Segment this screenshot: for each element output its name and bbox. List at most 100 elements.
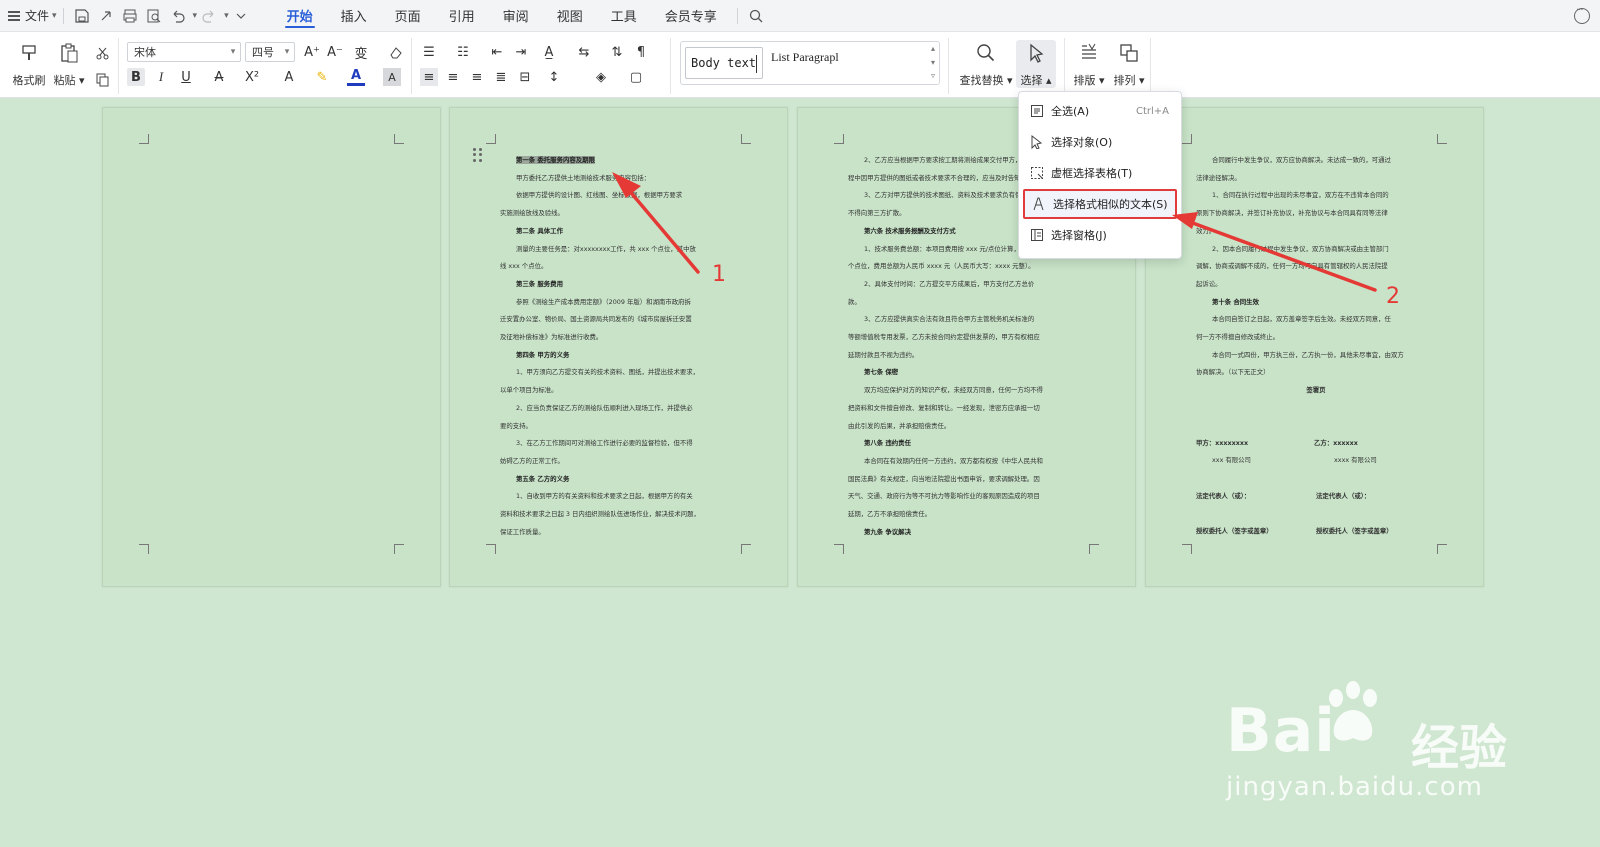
borders-icon[interactable]: ▢ bbox=[627, 68, 645, 86]
share-icon[interactable] bbox=[94, 4, 118, 28]
select-button[interactable]: 选择 ▴ bbox=[1016, 40, 1056, 88]
text-line[interactable]: 3、乙方应提供真实合法有效且符合甲方主管税务机关标准的 bbox=[848, 311, 1088, 329]
page-text[interactable]: 第一条 委托服务内容及期限 甲方委托乙方提供土地测绘技术服务内容包括： 依据甲方提供… bbox=[500, 152, 740, 541]
text-line[interactable]: 等额增值税专用发票，乙方未按合同约定提供发票的，甲方有权相应 bbox=[848, 329, 1088, 347]
clear-format-icon[interactable] bbox=[386, 43, 404, 61]
scroll-up-icon[interactable]: ▴ bbox=[931, 44, 935, 53]
highlight-icon[interactable]: ✎ bbox=[313, 68, 331, 86]
text-line[interactable]: 2、具体支付时间：乙方提交平方成果后，甲方支付乙方总价 bbox=[848, 276, 1088, 294]
text-line[interactable]: 起诉讼。 bbox=[1196, 276, 1436, 294]
bullet-list-icon[interactable]: ☰ bbox=[420, 43, 438, 61]
expand-gallery-icon[interactable]: ▿ bbox=[931, 71, 935, 80]
document-page-2[interactable]: 第一条 委托服务内容及期限 甲方委托乙方提供土地测绘技术服务内容包括： 依据甲方提供… bbox=[449, 107, 788, 587]
layout-button[interactable]: 排版 ▾ bbox=[1070, 40, 1108, 88]
italic-icon[interactable]: I bbox=[152, 68, 170, 86]
save-icon[interactable] bbox=[70, 4, 94, 28]
search-icon[interactable] bbox=[744, 4, 768, 28]
text-line[interactable]: 资料和技术要求之日起 3 日内组织测绘队伍进场作业，解决技术问题， bbox=[500, 506, 740, 524]
text-line[interactable]: 本合同在有效期内任何一方违约，双方都有权按《中华人民共和 bbox=[848, 453, 1088, 471]
text-line[interactable]: 合同履行中发生争议，双方应协商解决。未达成一致的，可通过 bbox=[1196, 152, 1436, 170]
text-line[interactable]: 延期，乙方不承担赔偿责任。 bbox=[848, 506, 1088, 524]
text-line[interactable]: 天气、交通、政府行为等不可抗力等影响作业的客观原因造成的项目 bbox=[848, 488, 1088, 506]
text-line[interactable]: 依据甲方提供的设计图、红线图、坐标数据，根据甲方要求 bbox=[500, 187, 740, 205]
menu-item-selection-pane[interactable]: 选择窗格(J) bbox=[1023, 222, 1177, 248]
text-line[interactable]: 1、合同在执行过程中出现的未尽事宜，双方在不违背本合同的 bbox=[1196, 187, 1436, 205]
text-line[interactable]: 延期付款且不视为违约。 bbox=[848, 347, 1088, 365]
tab-tools[interactable]: 工具 bbox=[597, 0, 651, 32]
format-painter-button[interactable]: 格式刷 bbox=[10, 40, 48, 88]
text-line[interactable]: 本合同自签订之日起，双方盖章签字后生效。未经双方同意，任 bbox=[1196, 311, 1436, 329]
chinese-layout-icon[interactable]: A̲ bbox=[540, 43, 558, 61]
bold-icon[interactable]: B bbox=[127, 68, 145, 86]
text-line[interactable]: 线 xxx 个点位。 bbox=[500, 258, 740, 276]
strikethrough-icon[interactable]: A bbox=[210, 68, 228, 86]
scroll-down-icon[interactable]: ▾ bbox=[931, 58, 935, 67]
find-replace-button[interactable]: 查找替换 ▾ bbox=[959, 40, 1013, 88]
style-list-paragraph[interactable]: List Paragrapl bbox=[771, 50, 839, 65]
text-line[interactable]: 原则下协商解决，并签订补充协议，补充协议与本合同具有同等法律 bbox=[1196, 205, 1436, 223]
print-preview-icon[interactable] bbox=[142, 4, 166, 28]
text-line[interactable]: 及征地补偿标准》为标准进行收费。 bbox=[500, 329, 740, 347]
text-line[interactable]: 第三条 服务费用 bbox=[500, 276, 740, 294]
text-direction-icon[interactable]: ⇆ bbox=[575, 43, 593, 61]
text-line[interactable]: 第八条 违约责任 bbox=[848, 435, 1088, 453]
text-line[interactable]: 2、因本合同履行过程中发生争议，双方协商解决或由主管部门 bbox=[1196, 241, 1436, 259]
align-right-icon[interactable]: ≡ bbox=[468, 68, 486, 86]
style-body-text[interactable]: Body text bbox=[685, 47, 763, 79]
undo-icon[interactable] bbox=[166, 4, 190, 28]
text-line[interactable]: 法律途径解决。 bbox=[1196, 170, 1436, 188]
text-line[interactable]: 妨碍乙方的正常工作。 bbox=[500, 453, 740, 471]
text-line[interactable]: 效力。 bbox=[1196, 223, 1436, 241]
text-line[interactable]: 由此引发的后果，并承担赔偿责任。 bbox=[848, 418, 1088, 436]
text-line[interactable]: 1、自收到甲方的有关资料和技术要求之日起，根据甲方的有关 bbox=[500, 488, 740, 506]
menu-item-dashed-table-select[interactable]: 虚框选择表格(T) bbox=[1023, 160, 1177, 186]
text-line[interactable]: 甲方委托乙方提供土地测绘技术服务内容包括： bbox=[500, 170, 740, 188]
sort-icon[interactable]: ⇅ bbox=[608, 43, 626, 61]
redo-icon[interactable] bbox=[197, 4, 221, 28]
document-page-4[interactable]: 合同履行中发生争议，双方应协商解决。未达成一致的，可通过 法律途径解决。 1、合同在… bbox=[1145, 107, 1484, 587]
font-size-select[interactable]: 四号 ▾ bbox=[245, 42, 295, 62]
font-color-icon[interactable]: A bbox=[347, 68, 365, 86]
text-line[interactable]: 第九条 争议解决 bbox=[848, 524, 1088, 542]
file-menu[interactable]: 文件 bbox=[25, 7, 49, 24]
text-line[interactable]: 2、应当负责保证乙方的测绘队伍顺利进入现场工作，并提供必 bbox=[500, 400, 740, 418]
text-line[interactable]: 实施测绘放线及验线。 bbox=[500, 205, 740, 223]
tab-page[interactable]: 页面 bbox=[381, 0, 435, 32]
shading-icon[interactable]: ◈ bbox=[592, 68, 610, 86]
text-line[interactable]: 协商解决。（以下无正文） bbox=[1196, 364, 1436, 382]
drag-handle-icon[interactable] bbox=[473, 148, 485, 162]
text-line[interactable]: 第一条 委托服务内容及期限 bbox=[500, 152, 740, 170]
text-line[interactable]: 第十条 合同生效 bbox=[1196, 294, 1436, 312]
text-line[interactable]: 款。 bbox=[848, 294, 1088, 312]
hamburger-menu-icon[interactable] bbox=[8, 10, 20, 21]
align-center-icon[interactable]: ≡ bbox=[444, 68, 462, 86]
text-line[interactable]: 3、在乙方工作期间可对测绘工作进行必要的监督检验，但不得 bbox=[500, 435, 740, 453]
document-page-1[interactable] bbox=[102, 107, 441, 587]
menu-item-select-all[interactable]: 全选(A) Ctrl+A bbox=[1023, 98, 1177, 124]
text-line[interactable]: 第二条 具体工作 bbox=[500, 223, 740, 241]
align-left-icon[interactable]: ≡ bbox=[420, 68, 438, 86]
text-line[interactable]: 把资料和文件擅自修改、复制和转让。一经发现，泄密方应承担一切 bbox=[848, 400, 1088, 418]
font-name-select[interactable]: 宋体 ▾ bbox=[127, 42, 241, 62]
superscript-icon[interactable]: X² bbox=[243, 68, 261, 86]
shrink-font-icon[interactable]: A⁻ bbox=[326, 43, 344, 61]
text-line[interactable]: 1、甲方须向乙方提交有关的技术资料、图纸，并提出技术要求， bbox=[500, 364, 740, 382]
line-spacing-icon[interactable]: ↕ bbox=[545, 68, 563, 86]
phonetic-guide-icon[interactable]: 变 bbox=[352, 43, 370, 62]
page-text[interactable]: 合同履行中发生争议，双方应协商解决。未达成一致的，可通过 法律途径解决。 1、合同在… bbox=[1196, 152, 1436, 400]
tab-review[interactable]: 审阅 bbox=[489, 0, 543, 32]
text-line[interactable]: 何一方不得擅自修改或终止。 bbox=[1196, 329, 1436, 347]
text-line[interactable]: 签署页 bbox=[1196, 382, 1436, 400]
increase-indent-icon[interactable]: ⇥ bbox=[512, 43, 530, 61]
text-line[interactable]: 第七条 保密 bbox=[848, 364, 1088, 382]
tab-home[interactable]: 开始 bbox=[273, 0, 327, 32]
distributed-icon[interactable]: ⊟ bbox=[516, 68, 534, 86]
text-line[interactable]: 迁安置办公室、物价局、国土资源局共同发布的《城市房屋拆迁安置 bbox=[500, 311, 740, 329]
text-line[interactable]: 调解，协商或调解不成的，任何一方均可向具有管辖权的人民法院提 bbox=[1196, 258, 1436, 276]
tab-references[interactable]: 引用 bbox=[435, 0, 489, 32]
text-line[interactable]: 以单个项目为标准。 bbox=[500, 382, 740, 400]
text-line[interactable]: 国民法典》有关规定，向当地法院提出书面申诉，要求调解处理。因 bbox=[848, 471, 1088, 489]
more-icon[interactable] bbox=[229, 4, 253, 28]
text-line[interactable]: 参照《测绘生产成本费用定额》（2009 年版）和湖南市政府拆 bbox=[500, 294, 740, 312]
underline-icon[interactable]: U bbox=[177, 68, 195, 86]
